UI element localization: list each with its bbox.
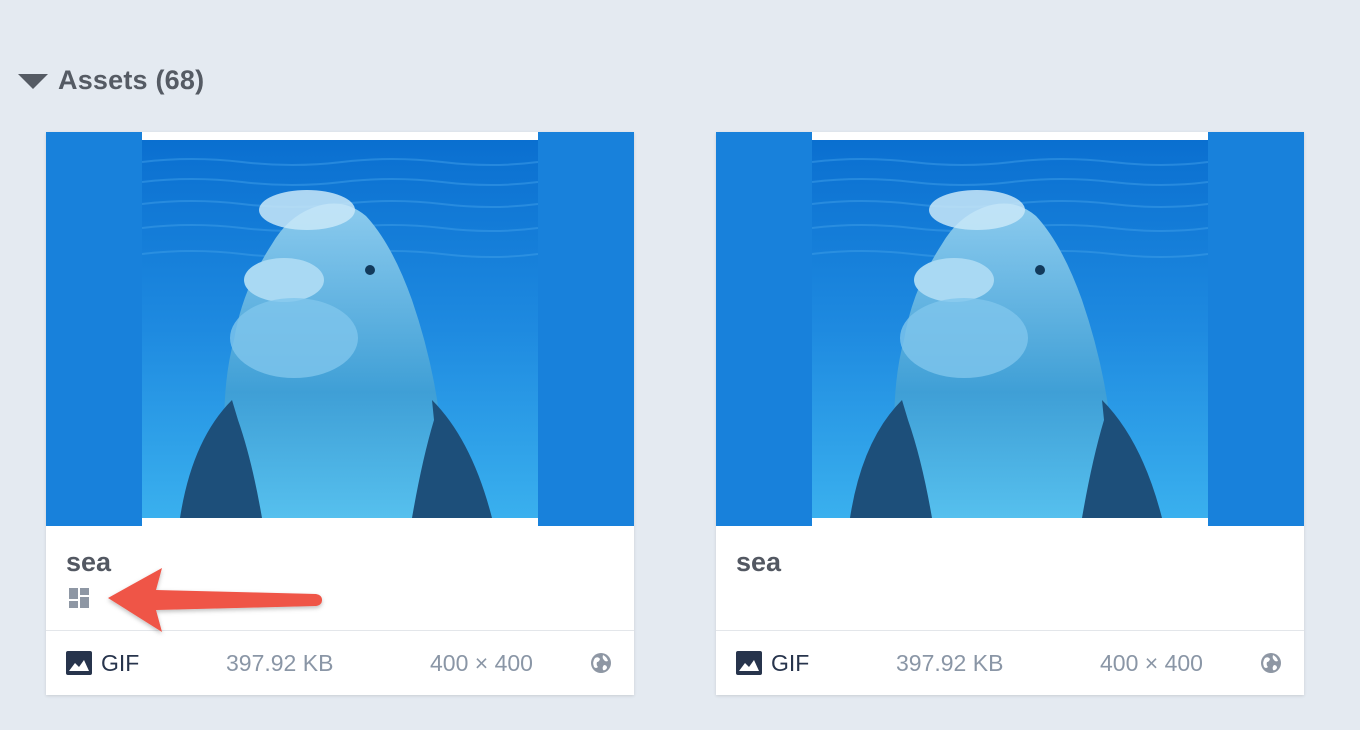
image-icon [736,651,762,675]
asset-thumbnail[interactable] [716,132,1304,526]
dolphin-image [812,132,1208,526]
file-type-label: GIF [771,650,810,676]
asset-thumbnail[interactable] [46,132,634,526]
asset-card[interactable]: sea GIF 397.92 KB 400 × 400 [716,132,1304,695]
caret-down-icon[interactable] [18,73,48,89]
dolphin-photo [142,140,538,518]
image-icon [66,651,92,675]
dolphin-photo [812,140,1208,518]
assets-section-header[interactable]: Assets (68) [18,62,204,98]
card-footer: GIF 397.92 KB 400 × 400 [716,630,1304,696]
globe-icon[interactable] [1260,652,1282,674]
dimensions-label: 400 × 400 [430,650,533,676]
file-size-label: 397.92 KB [226,650,334,676]
layout-grid-icon [69,588,89,608]
dimensions-label: 400 × 400 [1100,650,1203,676]
dolphin-image [142,132,538,526]
globe-icon[interactable] [590,652,612,674]
file-type-label: GIF [101,650,140,676]
annotation-arrow-icon [108,568,322,632]
asset-name: sea [736,547,782,577]
file-size-label: 397.92 KB [896,650,1004,676]
section-title: Assets (68) [58,64,205,95]
